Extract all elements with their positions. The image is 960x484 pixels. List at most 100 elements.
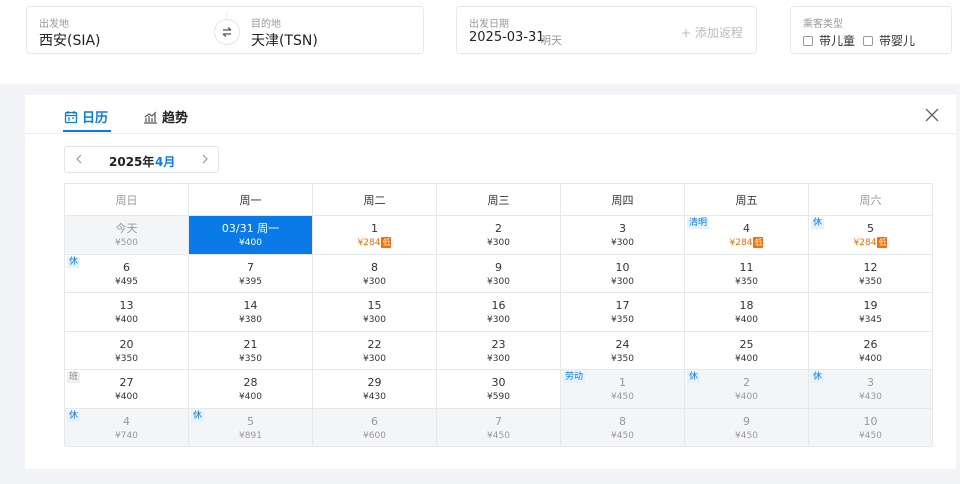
calendar-day-cell[interactable]: 休 6 ¥495 xyxy=(65,254,189,293)
add-return-button[interactable]: + 添加返程 xyxy=(681,24,743,41)
calendar-day-cell[interactable]: 21 ¥350 xyxy=(189,331,313,370)
calendar-day-cell[interactable]: 休 2 ¥400 xyxy=(685,370,809,409)
calendar-day-cell[interactable]: 2 ¥300 xyxy=(437,216,561,255)
price-value: ¥495 xyxy=(115,276,138,287)
price-value: ¥400 xyxy=(239,238,262,248)
calendar-day-cell[interactable]: 劳动 1 ¥450 xyxy=(561,370,685,409)
calendar-day-cell[interactable]: 休 3 ¥430 xyxy=(809,370,933,409)
depart-city-field[interactable]: 西安(SIA) xyxy=(39,30,101,50)
calendar-day-cell[interactable]: 9 ¥450 xyxy=(685,408,809,447)
calendar-day-cell[interactable]: 17 ¥350 xyxy=(561,293,685,332)
day-label: 1 xyxy=(619,376,626,389)
day-price: ¥350 xyxy=(561,314,684,326)
calendar-day-cell[interactable]: 休 5 ¥284 低 xyxy=(809,216,933,255)
day-label: 11 xyxy=(739,260,754,274)
calendar-icon xyxy=(64,110,78,123)
day-label: 29 xyxy=(367,376,382,389)
price-value: ¥430 xyxy=(859,392,882,402)
calendar-day-cell[interactable]: 22 ¥300 xyxy=(313,331,437,370)
calendar-day-cell[interactable]: 13 ¥400 xyxy=(65,293,189,332)
price-value: ¥400 xyxy=(735,392,758,402)
search-bar: 出发地 西安(SIA) 目的地 天津(TSN) 出发日期 2025-03-31 … xyxy=(0,0,960,84)
weekday-header: 周日 xyxy=(65,184,189,216)
calendar-day-cell[interactable]: 03/31 周一 ¥400 xyxy=(189,216,313,255)
day-price: ¥395 xyxy=(189,276,312,288)
price-value: ¥400 xyxy=(859,353,882,364)
day-label: 16 xyxy=(491,299,506,312)
price-value: ¥300 xyxy=(487,315,510,325)
calendar-day-cell[interactable]: 28 ¥400 xyxy=(189,370,313,409)
pax-label: 乘客类型 xyxy=(803,19,843,30)
price-value: ¥400 xyxy=(239,392,262,402)
swap-cities-button[interactable] xyxy=(214,19,240,45)
calendar-day-cell[interactable]: 6 ¥600 xyxy=(313,408,437,447)
price-value: ¥300 xyxy=(363,276,386,287)
date-selector: 出发日期 2025-03-31 明天 + 添加返程 xyxy=(456,6,757,54)
day-label: 1 xyxy=(371,222,378,235)
calendar-day-cell[interactable]: 26 ¥400 xyxy=(809,331,933,370)
arrive-city-field[interactable]: 天津(TSN) xyxy=(251,30,318,50)
calendar-day-cell[interactable]: 7 ¥450 xyxy=(437,408,561,447)
calendar-day-cell[interactable]: 19 ¥345 xyxy=(809,293,933,332)
day-label: 5 xyxy=(867,222,874,235)
calendar-day-cell[interactable]: 休 5 ¥891 xyxy=(189,408,313,447)
calendar-day-cell[interactable]: 7 ¥395 xyxy=(189,254,313,293)
day-price: ¥891 xyxy=(189,430,312,442)
price-value: ¥400 xyxy=(735,353,758,364)
calendar-day-cell[interactable]: 14 ¥380 xyxy=(189,293,313,332)
weekday-header: 周一 xyxy=(189,184,313,216)
calendar-day-cell[interactable]: 12 ¥350 xyxy=(809,254,933,293)
current-year: 2025年 xyxy=(109,155,155,169)
day-price: ¥345 xyxy=(809,314,932,326)
calendar-day-cell[interactable]: 15 ¥300 xyxy=(313,293,437,332)
day-label: 19 xyxy=(863,299,878,312)
day-label: 6 xyxy=(371,414,378,428)
day-price: ¥400 xyxy=(809,353,932,365)
day-label: 5 xyxy=(247,414,254,428)
day-price: ¥350 xyxy=(189,353,312,365)
calendar-day-cell[interactable]: 25 ¥400 xyxy=(685,331,809,370)
calendar-day-cell[interactable]: 8 ¥300 xyxy=(313,254,437,293)
day-label: 17 xyxy=(615,299,630,312)
calendar-day-cell[interactable]: 11 ¥350 xyxy=(685,254,809,293)
calendar-day-cell[interactable]: 29 ¥430 xyxy=(313,370,437,409)
with-infant-checkbox[interactable]: 带婴儿 xyxy=(863,32,915,49)
day-label: 14 xyxy=(243,299,258,312)
checkbox-icon xyxy=(803,35,813,46)
calendar-day-cell[interactable]: 3 ¥300 xyxy=(561,216,685,255)
day-price: ¥284 低 xyxy=(809,237,932,249)
day-label: 3 xyxy=(619,222,626,235)
calendar-day-cell[interactable]: 今天 ¥500 xyxy=(65,216,189,255)
calendar-day-cell[interactable]: 9 ¥300 xyxy=(437,254,561,293)
calendar-day-cell[interactable]: 30 ¥590 xyxy=(437,370,561,409)
price-value: ¥450 xyxy=(611,430,634,441)
calendar-day-cell[interactable]: 10 ¥300 xyxy=(561,254,685,293)
day-price: ¥300 xyxy=(437,276,560,288)
with-child-checkbox[interactable]: 带儿童 xyxy=(803,32,855,49)
close-icon[interactable] xyxy=(923,106,941,124)
calendar-day-cell[interactable]: 8 ¥450 xyxy=(561,408,685,447)
calendar-day-cell[interactable]: 1 ¥284 低 xyxy=(313,216,437,255)
calendar-day-cell[interactable]: 20 ¥350 xyxy=(65,331,189,370)
chevron-left-icon[interactable] xyxy=(73,153,85,165)
current-month[interactable]: 4月 xyxy=(155,153,175,170)
day-label: 2 xyxy=(495,222,502,235)
tab-trend-label: 趋势 xyxy=(162,111,189,126)
tab-trend[interactable]: 趋势 xyxy=(143,107,188,126)
calendar-day-cell[interactable]: 18 ¥400 xyxy=(685,293,809,332)
calendar-day-cell[interactable]: 10 ¥450 xyxy=(809,408,933,447)
price-value: ¥400 xyxy=(115,392,138,402)
depart-date-field[interactable]: 2025-03-31 xyxy=(469,30,545,45)
day-price: ¥430 xyxy=(809,391,932,403)
calendar-day-cell[interactable]: 清明 4 ¥284 低 xyxy=(685,216,809,255)
chevron-right-icon[interactable] xyxy=(199,153,211,165)
tab-calendar[interactable]: 日历 xyxy=(64,107,108,126)
day-label: 13 xyxy=(119,299,134,312)
day-price: ¥450 xyxy=(561,430,684,442)
calendar-day-cell[interactable]: 16 ¥300 xyxy=(437,293,561,332)
calendar-day-cell[interactable]: 23 ¥300 xyxy=(437,331,561,370)
price-value: ¥450 xyxy=(859,430,882,441)
calendar-day-cell[interactable]: 24 ¥350 xyxy=(561,331,685,370)
calendar-day-cell[interactable]: 班 27 ¥400 xyxy=(65,370,189,409)
calendar-day-cell[interactable]: 休 4 ¥740 xyxy=(65,408,189,447)
